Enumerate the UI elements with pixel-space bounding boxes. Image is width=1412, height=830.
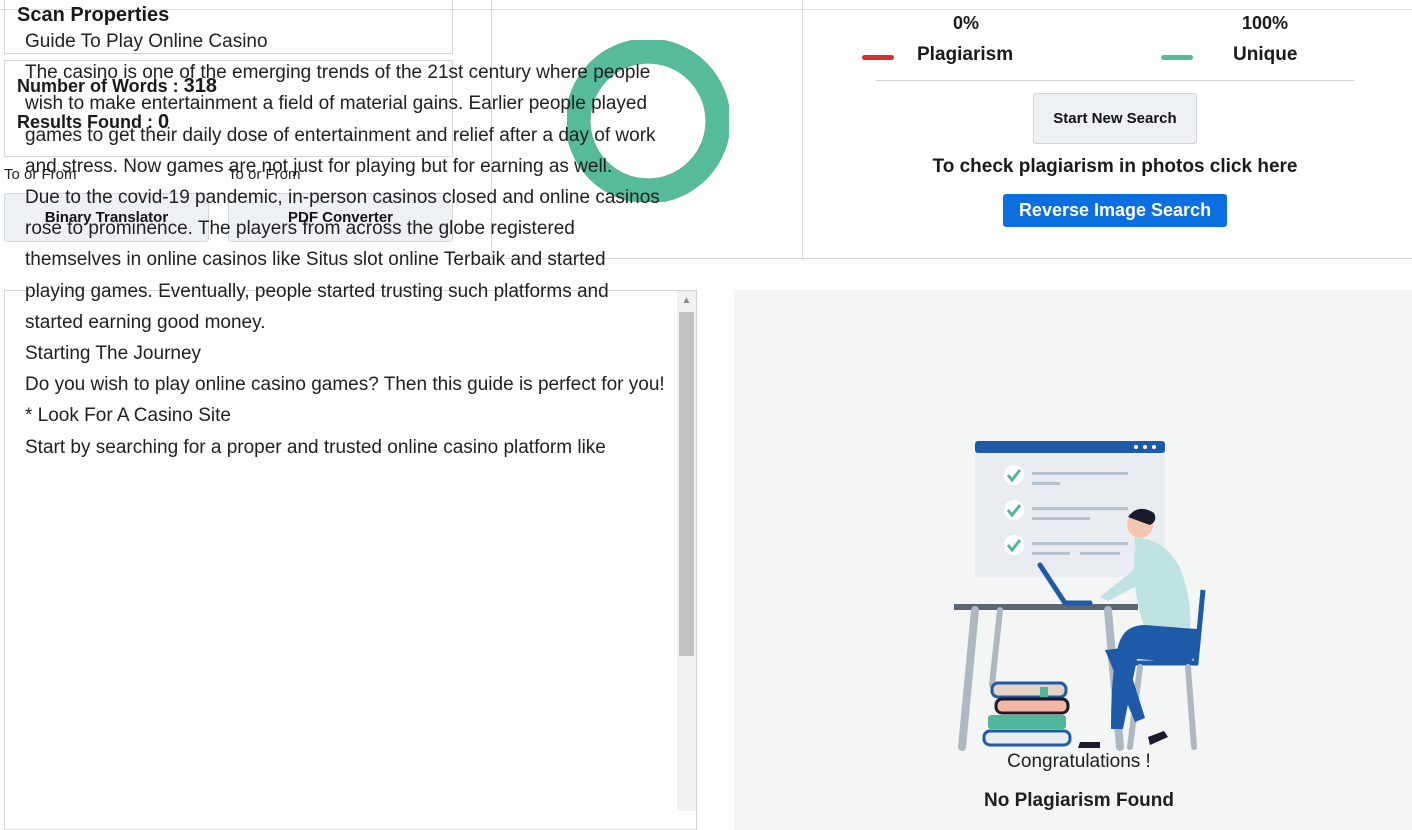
legend-divider bbox=[876, 80, 1354, 81]
unique-legend-swatch bbox=[1161, 55, 1193, 60]
unique-percent: 100% bbox=[1241, 13, 1289, 33]
content-text[interactable]: Guide To Play Online Casino The casino i… bbox=[25, 26, 665, 463]
unique-legend-label: Unique bbox=[1233, 44, 1298, 65]
content-line: * Look For A Casino Site bbox=[25, 405, 231, 427]
content-line: The casino is one of the emerging trends… bbox=[25, 62, 656, 177]
scrollbar-thumb[interactable] bbox=[679, 312, 694, 656]
start-new-search-button[interactable]: Start New Search bbox=[1033, 93, 1197, 144]
reverse-image-search-button[interactable]: Reverse Image Search bbox=[1003, 194, 1227, 227]
content-line: Start by searching for a proper and trus… bbox=[25, 436, 606, 458]
content-line: Guide To Play Online Casino bbox=[25, 31, 268, 52]
content-line: Starting The Journey bbox=[25, 343, 202, 365]
no-plagiarism-found-text: No Plagiarism Found bbox=[983, 790, 1175, 811]
person-at-laptop-illustration bbox=[954, 441, 1206, 751]
plagiarism-percent: 0% bbox=[952, 13, 979, 33]
plagiarism-legend-label: Plagiarism bbox=[917, 44, 1014, 65]
content-line: Do you wish to play online casino games?… bbox=[25, 374, 665, 396]
result-divider bbox=[802, 0, 803, 258]
plagiarism-legend-swatch bbox=[862, 55, 894, 60]
photo-check-text: To check plagiarism in photos click here bbox=[932, 156, 1298, 177]
congratulations-text: Congratulations ! bbox=[1007, 751, 1151, 772]
content-line: Due to the covid-19 pandemic, in-person … bbox=[25, 187, 660, 333]
scroll-up-arrow-icon[interactable]: ▲ bbox=[679, 294, 694, 308]
scan-properties-title: Scan Properties bbox=[17, 4, 170, 26]
